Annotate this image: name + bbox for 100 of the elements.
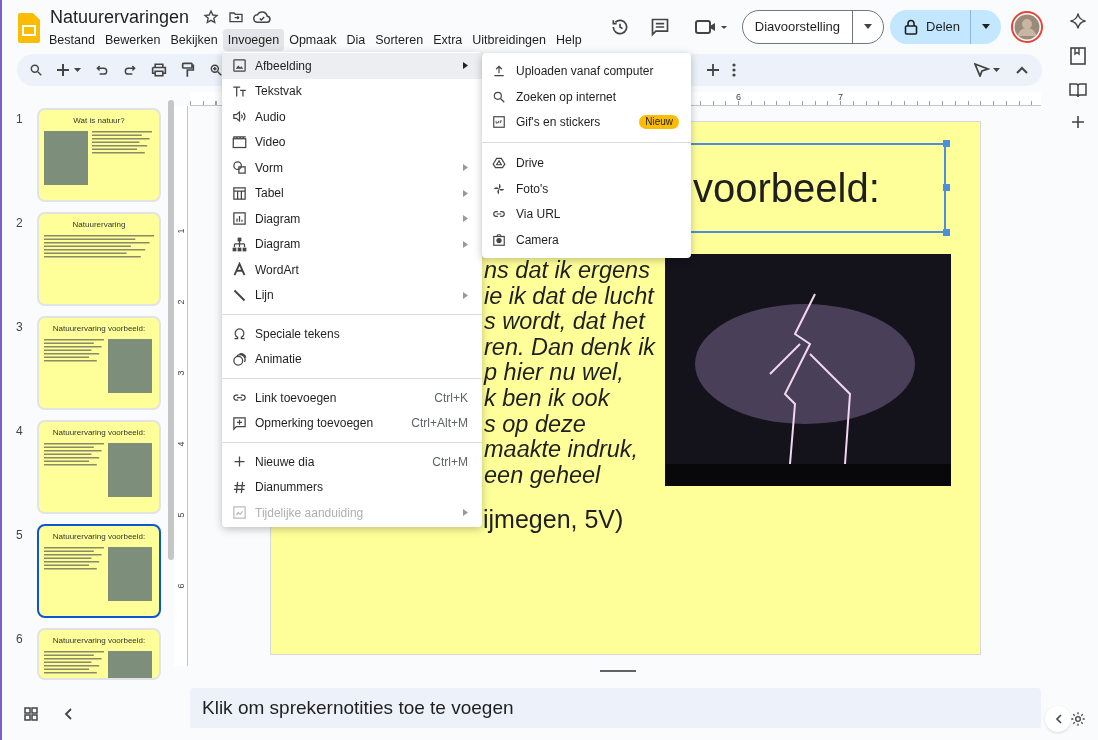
slide-thumbnail[interactable]: Wat is natuur? bbox=[37, 108, 161, 202]
redo-icon[interactable] bbox=[123, 63, 137, 77]
open-book-icon[interactable] bbox=[1068, 82, 1087, 98]
show-side-panel-button[interactable] bbox=[1045, 706, 1071, 732]
more-options-icon[interactable] bbox=[732, 63, 736, 77]
plus-icon[interactable] bbox=[706, 63, 720, 77]
menu-item[interactable]: Tekstvak bbox=[222, 78, 482, 104]
submenu-arrow-icon bbox=[463, 189, 468, 197]
upload-icon bbox=[492, 63, 506, 78]
thumbnail-text-drawing bbox=[44, 339, 104, 363]
selection-handle[interactable] bbox=[943, 229, 950, 236]
submenu-item[interactable]: Zoeken op internet bbox=[482, 83, 691, 110]
paint-format-icon[interactable] bbox=[181, 62, 195, 78]
submenu-item[interactable]: Gif's en stickers Nieuw bbox=[482, 109, 691, 136]
slide-title: voorbeeld: bbox=[693, 165, 880, 212]
share-button[interactable]: Delen bbox=[890, 10, 1001, 44]
plus-icon[interactable] bbox=[1070, 115, 1085, 129]
menu-item[interactable]: Link toevoegen Ctrl+K bbox=[222, 385, 482, 411]
menu-item[interactable]: Audio bbox=[222, 104, 482, 130]
sparkle-icon[interactable] bbox=[1068, 12, 1087, 30]
submenu-arrow-icon bbox=[463, 215, 468, 223]
menu-item[interactable]: Tabel bbox=[222, 180, 482, 206]
menu-item[interactable]: Speciale tekens bbox=[222, 321, 482, 347]
menu-item[interactable]: Afbeelding bbox=[222, 53, 482, 79]
slide-number: 2 bbox=[16, 215, 24, 232]
menu-item[interactable]: WordArt bbox=[222, 257, 482, 283]
submenu-item[interactable]: Uploaden vanaf computer bbox=[482, 58, 691, 84]
pinwheel-icon bbox=[492, 181, 506, 196]
move-folder-icon[interactable] bbox=[228, 9, 245, 25]
thumbnail-text-drawing bbox=[44, 547, 104, 571]
ruler-label: 6 bbox=[175, 583, 186, 589]
menu-item[interactable]: Diagram bbox=[222, 231, 482, 257]
new-slide-icon[interactable] bbox=[57, 63, 81, 77]
menu-item[interactable]: Animatie bbox=[222, 346, 482, 372]
menu-bar-item[interactable]: Invoegen bbox=[222, 29, 285, 51]
slide-body-line: k ben ik ook bbox=[484, 385, 611, 412]
menu-bar-item[interactable]: Sorteren bbox=[370, 29, 429, 51]
speaker-notes-field[interactable]: Klik om sprekernotities toe te voegen bbox=[190, 688, 1041, 728]
menu-item[interactable]: Dianummers bbox=[222, 474, 482, 500]
slide-thumbnail[interactable]: Natuurervaring bbox=[37, 212, 161, 306]
menu-item[interactable]: Video bbox=[222, 129, 482, 155]
account-avatar[interactable] bbox=[1011, 11, 1043, 43]
search-icon bbox=[492, 89, 506, 104]
video-camera-icon[interactable] bbox=[693, 17, 728, 37]
search-icon[interactable] bbox=[29, 63, 43, 77]
menu-bar-item[interactable]: Extra bbox=[428, 29, 468, 51]
resize-handle[interactable] bbox=[600, 670, 636, 672]
slide-source-text: ijmegen, 5V) bbox=[483, 504, 624, 534]
menu-item[interactable]: Nieuwe dia Ctrl+M bbox=[222, 449, 482, 475]
ruler-label: 4 bbox=[175, 441, 186, 447]
slide-body-line: ns dat ik ergens bbox=[484, 258, 651, 284]
comment-icon[interactable] bbox=[649, 17, 670, 37]
select-pointer-icon[interactable] bbox=[974, 63, 1002, 77]
triangle-drive-icon bbox=[492, 155, 506, 170]
film-icon bbox=[232, 134, 247, 150]
cloud-check-icon[interactable] bbox=[253, 9, 272, 25]
star-icon[interactable] bbox=[203, 9, 220, 25]
menu-bar-item[interactable]: Dia bbox=[341, 29, 371, 51]
slide-thumbnail[interactable]: Natuurervaring voorbeeld: bbox=[37, 316, 161, 410]
animation-icon bbox=[232, 351, 247, 367]
undo-icon[interactable] bbox=[95, 63, 109, 77]
shapes-icon bbox=[232, 160, 247, 176]
menu-bar-item[interactable]: Uitbreidingen bbox=[467, 29, 551, 51]
menu-item[interactable]: Diagram bbox=[222, 206, 482, 232]
gif-icon bbox=[492, 115, 506, 130]
table-icon bbox=[232, 185, 247, 201]
menu-bar-item[interactable]: Bewerken bbox=[99, 29, 166, 51]
camera-icon bbox=[492, 232, 506, 247]
selection-handle[interactable] bbox=[943, 184, 950, 191]
grid-view-icon[interactable] bbox=[24, 707, 38, 721]
shortcut-text: Ctrl+K bbox=[434, 389, 468, 407]
menu-bar-item[interactable]: Bestand bbox=[44, 29, 100, 51]
speaker-icon bbox=[232, 109, 247, 125]
menu-bar-item[interactable]: Opmaak bbox=[284, 29, 342, 51]
menu-item[interactable]: Lijn bbox=[222, 282, 482, 308]
slideshow-button[interactable]: Diavoorstelling bbox=[741, 10, 885, 44]
scrollbar[interactable] bbox=[168, 100, 174, 560]
document-title[interactable]: Natuurervaringen bbox=[50, 6, 190, 28]
bookmark-book-icon[interactable] bbox=[1069, 47, 1086, 65]
zoom-icon[interactable] bbox=[209, 63, 223, 77]
slide-thumbnail[interactable]: Natuurervaring voorbeeld: bbox=[37, 524, 161, 618]
placeholder-icon bbox=[232, 505, 247, 521]
caret-icon[interactable] bbox=[863, 24, 874, 30]
caret-icon[interactable] bbox=[981, 24, 991, 30]
shortcut-text: Ctrl+M bbox=[432, 453, 468, 471]
menu-bar-item[interactable]: Help bbox=[551, 29, 587, 51]
thumbnail-title: Natuurervaring voorbeeld: bbox=[52, 428, 146, 438]
slide-thumbnail[interactable]: Natuurervaring voorbeeld: bbox=[37, 420, 161, 514]
thumbnail-title: Natuurervaring bbox=[72, 220, 126, 230]
selection-handle[interactable] bbox=[943, 140, 950, 147]
slide-number: 5 bbox=[16, 527, 24, 544]
settings-icon[interactable] bbox=[1069, 711, 1086, 727]
chevron-left-icon[interactable] bbox=[64, 708, 72, 720]
print-icon[interactable] bbox=[151, 63, 167, 77]
slide-number: 3 bbox=[16, 319, 24, 336]
menu-item[interactable]: Vorm bbox=[222, 155, 482, 181]
slide-thumbnail[interactable]: Natuurervaring voorbeeld: bbox=[37, 628, 161, 680]
menu-item[interactable]: Opmerking toevoegen Ctrl+Alt+M bbox=[222, 410, 482, 436]
menu-bar-item[interactable]: Bekijken bbox=[165, 29, 223, 51]
collapse-chevron-icon[interactable] bbox=[1016, 66, 1028, 74]
